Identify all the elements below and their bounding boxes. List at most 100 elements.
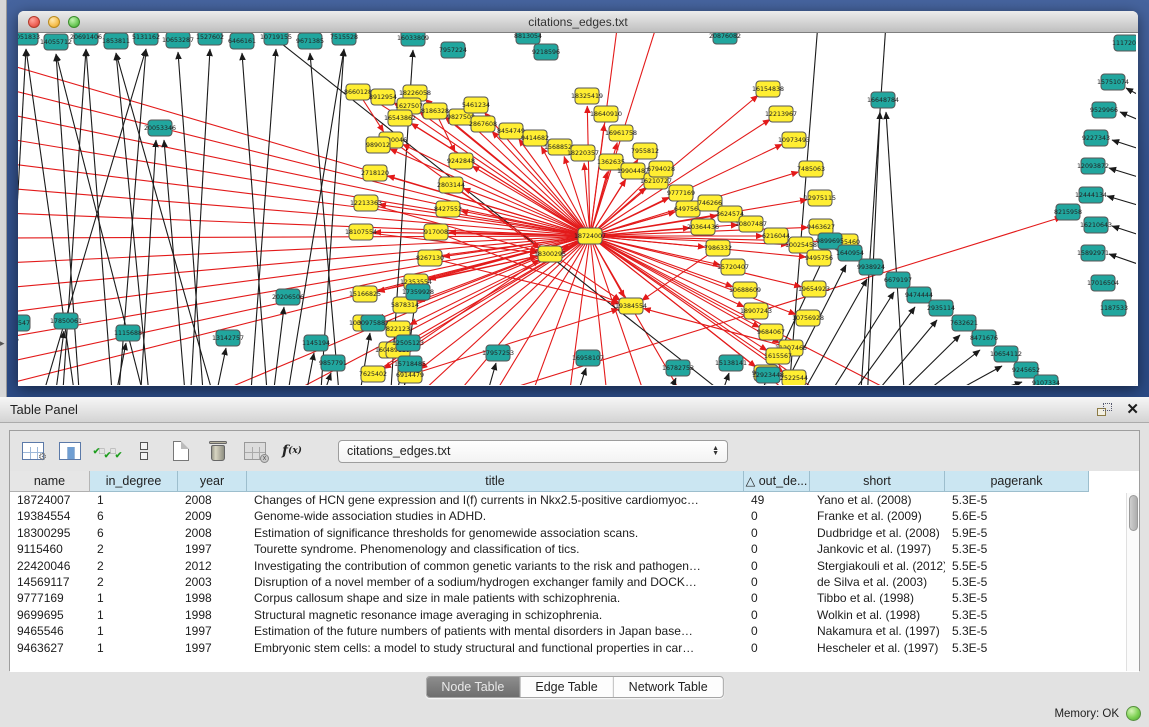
tab-node-table[interactable]: Node Table bbox=[426, 677, 520, 697]
table-row[interactable]: 1830029562008Estimation of significance … bbox=[10, 525, 1139, 541]
graph-node[interactable]: 2803144 bbox=[437, 177, 465, 193]
table-row[interactable]: 2242004622012Investigating the contribut… bbox=[10, 558, 1139, 574]
network-view-window[interactable]: citations_edges.txt 18724007818632898275… bbox=[18, 11, 1138, 386]
column-header-out_de[interactable]: △ out_de... bbox=[744, 471, 810, 492]
close-window-button[interactable] bbox=[28, 16, 40, 28]
graph-node[interactable]: 9777169 bbox=[667, 185, 695, 201]
table-row[interactable]: 1456911722003Disruption of a novel membe… bbox=[10, 574, 1139, 590]
graph-node[interactable]: 8267130 bbox=[416, 250, 444, 266]
graph-node[interactable]: 7632621 bbox=[950, 315, 978, 331]
graph-node[interactable]: 15166825 bbox=[349, 286, 381, 302]
graph-node[interactable]: 10973493 bbox=[778, 132, 810, 148]
graph-node[interactable]: 17957253 bbox=[482, 345, 514, 361]
graph-node[interactable]: 1527602 bbox=[196, 33, 224, 45]
graph-node[interactable]: 17359928 bbox=[402, 284, 434, 300]
graph-node[interactable]: 7957224 bbox=[439, 42, 467, 58]
graph-node[interactable]: 20876082 bbox=[709, 33, 741, 44]
graph-node[interactable]: 8186328 bbox=[421, 103, 449, 119]
graph-node[interactable]: 20206506 bbox=[272, 289, 304, 305]
graph-node[interactable]: 8471676 bbox=[970, 330, 998, 346]
column-header-year[interactable]: year bbox=[178, 471, 247, 492]
graph-node[interactable]: 30975887 bbox=[357, 315, 389, 331]
graph-node[interactable]: 18907243 bbox=[740, 303, 772, 319]
graph-node[interactable]: 6679197 bbox=[884, 272, 912, 288]
graph-node[interactable]: 12213967 bbox=[765, 106, 797, 122]
column-header-name[interactable]: name bbox=[10, 471, 90, 492]
graph-node[interactable]: 18724007 bbox=[574, 228, 606, 244]
column-header-pagerank[interactable]: pagerank bbox=[945, 471, 1089, 492]
graph-node[interactable]: 19384554 bbox=[615, 298, 647, 314]
graph-node[interactable]: 9218596 bbox=[532, 44, 560, 60]
graph-node[interactable]: 8813054 bbox=[514, 33, 542, 44]
graph-node[interactable]: 12505123 bbox=[392, 335, 424, 351]
table-row[interactable]: 977716911998Corpus callosum shape and si… bbox=[10, 590, 1139, 606]
table-settings-icon[interactable]: ⚙ bbox=[20, 439, 46, 463]
graph-node[interactable]: 12093872 bbox=[1077, 158, 1109, 174]
graph-node[interactable]: 18107554 bbox=[345, 224, 377, 240]
graph-node[interactable]: 9474444 bbox=[905, 287, 933, 303]
table-selector-dropdown[interactable]: citations_edges.txt ▲▼ bbox=[338, 440, 728, 463]
graph-node[interactable]: 9495756 bbox=[805, 250, 833, 266]
graph-node[interactable]: 14055712 bbox=[40, 34, 72, 50]
graph-node[interactable]: 10756928 bbox=[792, 310, 824, 326]
graph-node[interactable]: 16543862 bbox=[384, 110, 416, 126]
column-header-short[interactable]: short bbox=[810, 471, 945, 492]
graph-node[interactable]: 12213363 bbox=[350, 195, 382, 211]
graph-node[interactable]: 9242848 bbox=[447, 153, 475, 169]
graph-node[interactable]: 7515528 bbox=[330, 33, 358, 45]
panel-collapse-arrow[interactable]: ▸ bbox=[0, 338, 5, 349]
graph-node[interactable]: 12923448 bbox=[752, 367, 784, 383]
graph-node[interactable]: 2522544 bbox=[780, 370, 808, 385]
graph-node[interactable]: 20364436 bbox=[687, 219, 719, 235]
table-scrollbar[interactable] bbox=[1126, 493, 1139, 671]
graph-node[interactable]: 9671385 bbox=[296, 33, 324, 49]
graph-node[interactable]: 16154838 bbox=[752, 81, 784, 97]
graph-node[interactable]: 7955812 bbox=[631, 143, 659, 159]
graph-node[interactable]: 9107334 bbox=[1032, 375, 1060, 385]
graph-node[interactable]: 15892971 bbox=[1077, 245, 1109, 261]
graph-node[interactable]: 10688609 bbox=[729, 282, 761, 298]
graph-node[interactable]: 10654112 bbox=[990, 346, 1022, 362]
graph-node[interactable]: 16958107 bbox=[572, 350, 604, 366]
graph-node[interactable]: 2867608 bbox=[469, 116, 497, 132]
graph-node[interactable]: 1117204 bbox=[1112, 35, 1136, 51]
graph-node[interactable]: 20053346 bbox=[144, 120, 176, 136]
column-header-title[interactable]: title bbox=[247, 471, 744, 492]
graph-node[interactable]: 15751074 bbox=[1097, 74, 1129, 90]
graph-node[interactable]: 17016504 bbox=[1087, 275, 1119, 291]
graph-node[interactable]: 8215958 bbox=[1054, 204, 1082, 220]
graph-node[interactable]: 17850061 bbox=[50, 313, 82, 329]
close-panel-icon[interactable]: ✕ bbox=[1126, 403, 1139, 417]
graph-node[interactable]: 5131162 bbox=[132, 33, 160, 45]
graph-node[interactable]: 9938924 bbox=[857, 259, 885, 275]
graph-node[interactable]: 7625402 bbox=[359, 366, 387, 382]
graph-node[interactable]: 7485063 bbox=[797, 161, 825, 177]
graph-node[interactable]: 18220357 bbox=[567, 145, 599, 161]
graph-node[interactable]: 15138141 bbox=[715, 355, 747, 371]
graph-node[interactable]: 12975115 bbox=[804, 190, 836, 206]
graph-node[interactable]: 5461234 bbox=[462, 97, 490, 113]
table-scrollbar-thumb[interactable] bbox=[1129, 495, 1138, 531]
zoom-window-button[interactable] bbox=[68, 16, 80, 28]
column-header-in_degree[interactable]: in_degree bbox=[90, 471, 178, 492]
graph-node[interactable]: 1615567 bbox=[764, 348, 792, 364]
graph-node[interactable]: 1640954 bbox=[836, 245, 864, 261]
table-row[interactable]: 911546021997Tourette syndrome. Phenomeno… bbox=[10, 541, 1139, 557]
graph-node[interactable]: 15718485 bbox=[394, 356, 426, 372]
graph-node[interactable]: 16648784 bbox=[867, 92, 899, 108]
graph-node[interactable]: 9529966 bbox=[1090, 102, 1118, 118]
graph-node[interactable]: 9684067 bbox=[757, 324, 785, 340]
graph-node[interactable]: 16961758 bbox=[605, 125, 637, 141]
tab-edge-table[interactable]: Edge Table bbox=[520, 677, 613, 697]
graph-node[interactable]: 391547 bbox=[18, 315, 30, 331]
graph-node[interactable]: 15720407 bbox=[717, 259, 749, 275]
graph-node[interactable]: 8912954 bbox=[369, 89, 397, 105]
select-columns-icon[interactable] bbox=[57, 439, 83, 463]
window-titlebar[interactable]: citations_edges.txt bbox=[18, 11, 1138, 33]
graph-node[interactable]: 18300295 bbox=[534, 246, 566, 262]
delete-table-icon[interactable] bbox=[205, 439, 231, 463]
graph-node[interactable]: 12444134 bbox=[1075, 187, 1107, 203]
graph-node[interactable]: 2051833 bbox=[18, 33, 40, 45]
graph-node[interactable]: 917008 bbox=[424, 224, 448, 240]
graph-node[interactable]: 7986332 bbox=[704, 240, 732, 256]
